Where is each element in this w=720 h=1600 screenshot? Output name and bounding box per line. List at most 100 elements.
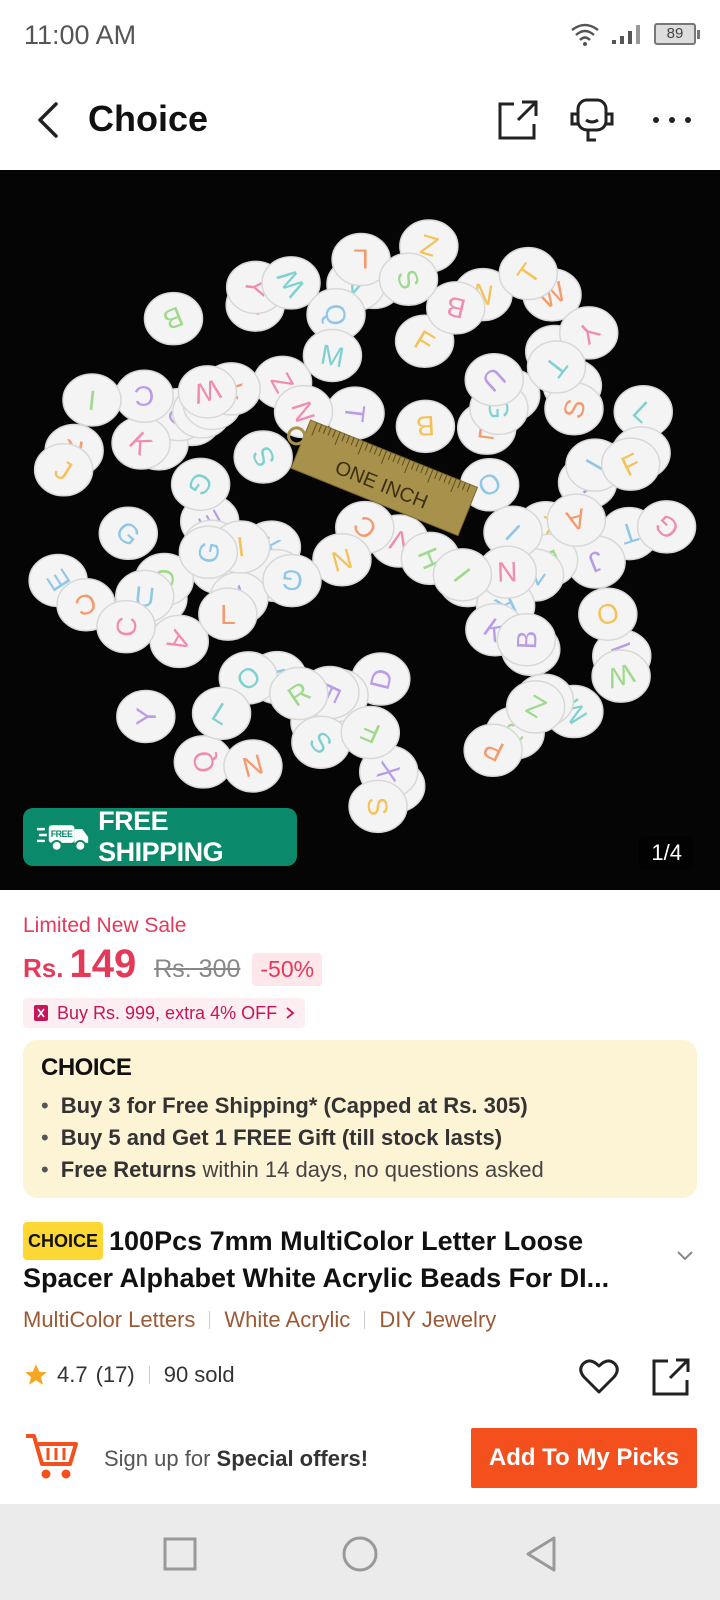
recents-icon[interactable] [160, 1534, 200, 1574]
bead: N [223, 739, 283, 793]
product-tags: MultiColor Letters White Acrylic DIY Jew… [23, 1307, 496, 1333]
svg-text:L: L [353, 244, 369, 275]
battery-icon: 89 [654, 23, 700, 45]
bead: G [98, 506, 159, 561]
choice-benefits-card[interactable]: CHOICE • Buy 3 for Free Shipping* (Capped… [23, 1040, 697, 1198]
bead: S [378, 252, 439, 306]
bead: Z [505, 680, 566, 734]
tag-item[interactable]: White Acrylic [224, 1307, 350, 1333]
bead: S [291, 715, 351, 769]
bead: Y [116, 689, 176, 744]
svg-text:L: L [220, 599, 236, 630]
bead: I [62, 373, 122, 427]
share-icon[interactable] [492, 94, 544, 146]
chevron-down-icon[interactable] [674, 1244, 696, 1266]
bead: K [111, 416, 171, 470]
signup-prompt[interactable]: Sign up for Special offers! [104, 1446, 368, 1472]
bead: B [395, 399, 456, 454]
status-icons: 89 [570, 22, 700, 46]
svg-text:C: C [110, 615, 143, 638]
coupon-icon [34, 1005, 48, 1021]
sold-count: 90 sold [163, 1362, 235, 1387]
bead: M [302, 328, 363, 383]
image-counter: 1/4 [639, 836, 694, 870]
choice-logo: CHOICE [41, 1054, 132, 1081]
tag-divider [364, 1311, 366, 1329]
bead: C [96, 599, 156, 654]
tag-item[interactable]: MultiColor Letters [23, 1307, 195, 1333]
customer-service-icon[interactable] [566, 94, 618, 146]
bead: T [526, 340, 587, 394]
chevron-right-icon [286, 1007, 295, 1019]
bead: W [591, 649, 651, 703]
beads-illustration: GWUEBLOZIJWKFKIVGTWAKYLWUEWAVBJDCKTQWHJK… [28, 219, 697, 834]
svg-text:Q: Q [319, 302, 353, 328]
bead: G [262, 553, 322, 608]
bead: F [340, 705, 401, 760]
status-bar: 11:00 AM 89 [0, 0, 720, 72]
rating-row[interactable]: 4.7 (17) 90 sold [23, 1362, 235, 1388]
coupon-text: Buy Rs. 999, extra 4% OFF [57, 1002, 278, 1023]
free-shipping-banner: FREE FREE SHIPPING [23, 806, 297, 867]
signal-icon [612, 25, 640, 44]
bead: J [33, 443, 94, 497]
tag-divider [209, 1311, 211, 1329]
bead: B [143, 291, 204, 346]
status-time: 11:00 AM [24, 20, 137, 50]
product-title[interactable]: CHOICE 100Pcs 7mm MultiColor Letter Loose… [23, 1222, 663, 1296]
svg-text:B: B [415, 410, 435, 442]
system-nav-bar [0, 1504, 720, 1600]
page-title: Choice [88, 98, 209, 139]
bead: O [578, 587, 638, 641]
home-icon[interactable] [340, 1534, 380, 1574]
back-arrow-icon[interactable] [28, 98, 68, 142]
wifi-icon [571, 23, 599, 46]
svg-text:G: G [279, 563, 304, 596]
product-title-text: 100Pcs 7mm MultiColor Letter Loose Space… [23, 1226, 610, 1293]
discount-badge: -50% [252, 953, 323, 986]
bead: N [312, 532, 372, 587]
bead: G [636, 500, 697, 554]
price-currency: Rs. [23, 953, 64, 983]
rating-value: 4.7 [57, 1362, 88, 1387]
svg-text:S: S [361, 796, 393, 817]
delivery-truck-icon: FREE [36, 825, 89, 852]
choice-badge: CHOICE [23, 1222, 104, 1260]
review-count: (17) [95, 1362, 135, 1387]
bead: A [149, 614, 210, 669]
price-row: Rs. 149 Rs. 300 -50% [23, 942, 323, 987]
heart-icon[interactable] [578, 1356, 620, 1396]
bead: G [178, 525, 239, 580]
bead: I [432, 548, 493, 602]
svg-text:N: N [497, 556, 518, 588]
free-tag: FREE [51, 829, 73, 839]
back-icon[interactable] [520, 1534, 560, 1574]
choice-benefits-list: • Buy 3 for Free Shipping* (Capped at Rs.… [41, 1090, 679, 1186]
bead: S [233, 430, 293, 484]
product-image[interactable]: GWUEBLOZIJWKFKIVGTWAKYLWUEWAVBJDCKTQWHJK… [0, 170, 720, 890]
bead: R [268, 666, 329, 721]
sale-label: Limited New Sale [23, 914, 187, 937]
header: Choice [0, 72, 720, 170]
bead: L [191, 686, 252, 741]
free-shipping-label: FREE SHIPPING [98, 806, 224, 867]
star-icon [25, 1364, 47, 1385]
coupon-banner[interactable]: Buy Rs. 999, extra 4% OFF [23, 998, 306, 1028]
svg-text:Y: Y [131, 707, 162, 727]
share-icon[interactable] [650, 1356, 692, 1398]
bead: S [348, 779, 408, 834]
add-to-picks-button[interactable]: Add To My Picks [471, 1428, 697, 1488]
bottom-action-bar: Sign up for Special offers! Add To My Pi… [0, 1418, 720, 1504]
bead: W [177, 365, 238, 419]
bead: L [198, 587, 258, 641]
benefit-item: • Buy 3 for Free Shipping* (Capped at Rs.… [41, 1093, 528, 1118]
cart-icon[interactable] [22, 1428, 82, 1486]
bead: C [114, 369, 174, 424]
original-price: Rs. 300 [154, 955, 241, 983]
benefit-item: • Buy 5 and Get 1 FREE Gift (till stock l… [41, 1125, 503, 1150]
svg-text:C: C [133, 380, 155, 412]
bead: A [546, 493, 607, 547]
tag-item[interactable]: DIY Jewelry [379, 1307, 496, 1333]
bead: G [170, 457, 231, 512]
more-options-icon[interactable] [646, 94, 698, 146]
